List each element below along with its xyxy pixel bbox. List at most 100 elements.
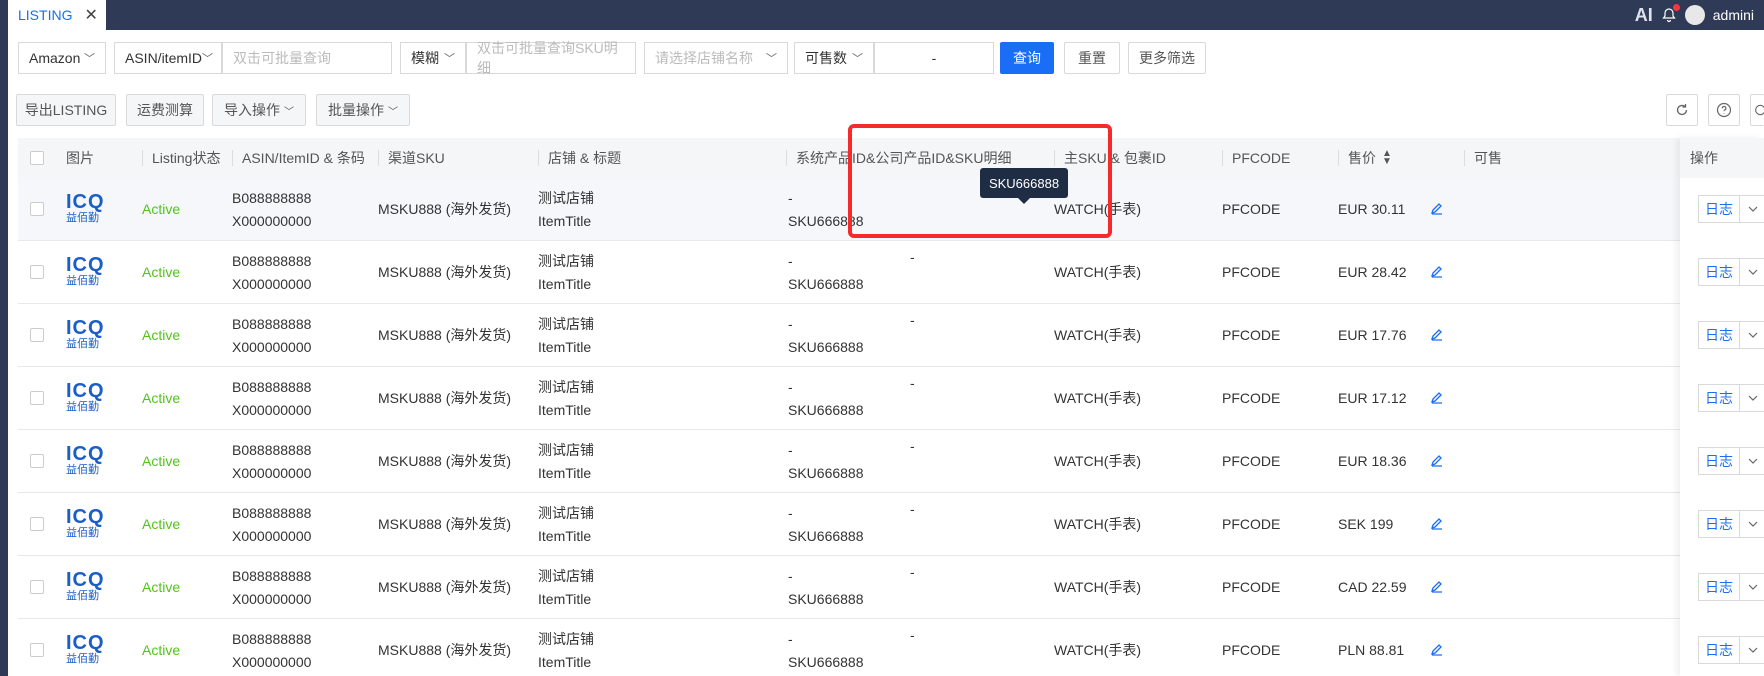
sku-detail[interactable]: SKU666888 [788,273,864,296]
sku-search-input[interactable]: 双击可批量查询SKU明细 [466,40,636,76]
chevron-down-icon[interactable] [1740,195,1764,223]
import-ops-button[interactable]: 导入操作 ﹀ [212,94,306,126]
edit-icon[interactable] [1430,201,1446,217]
col-price[interactable]: 售价 ▲ ▼ [1338,138,1392,178]
freight-calc-button[interactable]: 运费测算 [126,94,204,126]
stock-range-input[interactable]: - [874,42,994,74]
sku-detail[interactable]: SKU666888 [788,525,864,548]
product-id-cell: - SKU666888 [788,493,864,556]
row-checkbox[interactable] [30,454,44,468]
sku-detail[interactable]: SKU666888 [788,336,864,359]
edit-icon[interactable] [1430,327,1446,343]
status-text: Active [142,264,181,280]
col-pfcode: PFCODE [1222,138,1291,178]
ai-icon[interactable]: AI [1635,5,1653,26]
settings-icon[interactable] [1750,94,1764,126]
edit-icon[interactable] [1430,453,1446,469]
log-button[interactable]: 日志 [1698,447,1740,475]
product-image[interactable]: ICQ 益佰勤 [66,381,110,417]
help-icon[interactable] [1708,94,1740,126]
chevron-down-icon[interactable] [1740,573,1764,601]
sku-detail[interactable]: SKU666888 [788,651,864,674]
stock-field-select[interactable]: 可售数 ﹀ [794,42,874,74]
notification-dot [1672,4,1680,11]
row-checkbox[interactable] [30,202,44,216]
refresh-icon[interactable] [1666,94,1698,126]
channel-sku: MSKU888 (海外发货) [378,201,512,217]
row-checkbox[interactable] [30,391,44,405]
id-search-input[interactable]: 双击可批量查询 [222,42,392,74]
more-filters-button[interactable]: 更多筛选 [1128,42,1206,74]
log-button[interactable]: 日志 [1698,573,1740,601]
chevron-down-icon[interactable] [1740,636,1764,664]
table-row[interactable]: ICQ 益佰勤 Active B088888888 X000000000 MSKU888 … [18,493,1764,556]
table-row[interactable]: ICQ 益佰勤 Active B088888888 X000000000 MSKU888 … [18,304,1764,367]
table-row[interactable]: ICQ 益佰勤 Active B088888888 X000000000 MSKU888 … [18,430,1764,493]
log-button[interactable]: 日志 [1698,258,1740,286]
bell-icon[interactable] [1661,4,1680,23]
edit-icon[interactable] [1430,642,1446,658]
row-checkbox[interactable] [30,265,44,279]
reset-button[interactable]: 重置 [1064,42,1120,74]
product-image[interactable]: ICQ 益佰勤 [66,444,110,480]
row-ops: 日志 [1698,384,1764,412]
table-row[interactable]: ICQ 益佰勤 Active B088888888 X000000000 MSKU888 … [18,367,1764,430]
main-sku: WATCH(手表) [1054,390,1142,406]
asin-cell: B088888888 X000000000 [232,178,311,241]
batch-label: 批量操作 [328,102,384,118]
product-image[interactable]: ICQ 益佰勤 [66,255,110,291]
sku-detail[interactable]: SKU666888 [788,588,864,611]
product-image[interactable]: ICQ 益佰勤 [66,507,110,543]
product-image[interactable]: ICQ 益佰勤 [66,570,110,606]
col-price-label: 售价 [1348,150,1376,166]
col-pfcode-label: PFCODE [1232,150,1291,166]
pfcode: PFCODE [1222,579,1281,595]
edit-icon[interactable] [1430,390,1446,406]
log-button[interactable]: 日志 [1698,636,1740,664]
pfcode: PFCODE [1222,201,1281,217]
product-image[interactable]: ICQ 益佰勤 [66,318,110,354]
avatar[interactable] [1684,5,1705,25]
store-name: 测试店铺 [538,504,594,521]
close-icon[interactable]: ✕ [84,5,97,25]
chevron-down-icon: ﹀ [202,53,214,65]
edit-icon[interactable] [1430,579,1446,595]
sort-icon[interactable]: ▲ ▼ [1382,149,1392,167]
table-row[interactable]: ICQ 益佰勤 Active B088888888 X000000000 MSKU888 … [18,556,1764,619]
id-type-select[interactable]: ASIN/itemID ﹀ [114,42,222,74]
table-row[interactable]: ICQ 益佰勤 Active B088888888 X000000000 MSKU888 … [18,241,1764,304]
row-checkbox[interactable] [30,517,44,531]
product-image[interactable]: ICQ 益佰勤 [66,192,110,228]
export-listing-button[interactable]: 导出LISTING [16,94,116,126]
log-button[interactable]: 日志 [1698,195,1740,223]
product-image[interactable]: ICQ 益佰勤 [66,633,110,669]
chevron-down-icon[interactable] [1740,384,1764,412]
store-select[interactable]: 请选择店铺名称 ﹀ [644,42,788,74]
log-button[interactable]: 日志 [1698,384,1740,412]
table-row[interactable]: ICQ 益佰勤 Active B088888888 X000000000 MSKU888 … [18,619,1764,676]
edit-icon[interactable] [1430,516,1446,532]
price: EUR 17.12 [1338,390,1407,406]
tab-listing[interactable]: LISTING ✕ [8,0,106,30]
chevron-down-icon[interactable] [1740,321,1764,349]
log-button[interactable]: 日志 [1698,321,1740,349]
sku-detail[interactable]: SKU666888 [788,399,864,422]
match-mode-select[interactable]: 模糊 ﹀ [400,42,466,74]
sku-detail[interactable]: SKU666888 [788,462,864,485]
row-checkbox[interactable] [30,580,44,594]
channel-sku: MSKU888 (海外发货) [378,327,512,343]
chevron-down-icon[interactable] [1740,510,1764,538]
chevron-down-icon[interactable] [1740,258,1764,286]
platform-select[interactable]: Amazon ﹀ [18,42,106,74]
chevron-down-icon[interactable] [1740,447,1764,475]
username[interactable]: admini [1713,7,1754,23]
edit-icon[interactable] [1430,264,1446,280]
log-button[interactable]: 日志 [1698,510,1740,538]
row-checkbox[interactable] [30,328,44,342]
row-checkbox[interactable] [30,643,44,657]
product-id-cell: - SKU666888 [788,304,864,367]
batch-ops-button[interactable]: 批量操作 ﹀ [316,94,410,126]
search-button[interactable]: 查询 [1000,42,1054,74]
select-all-checkbox[interactable] [30,151,44,165]
asin-value: B088888888 [232,189,312,206]
